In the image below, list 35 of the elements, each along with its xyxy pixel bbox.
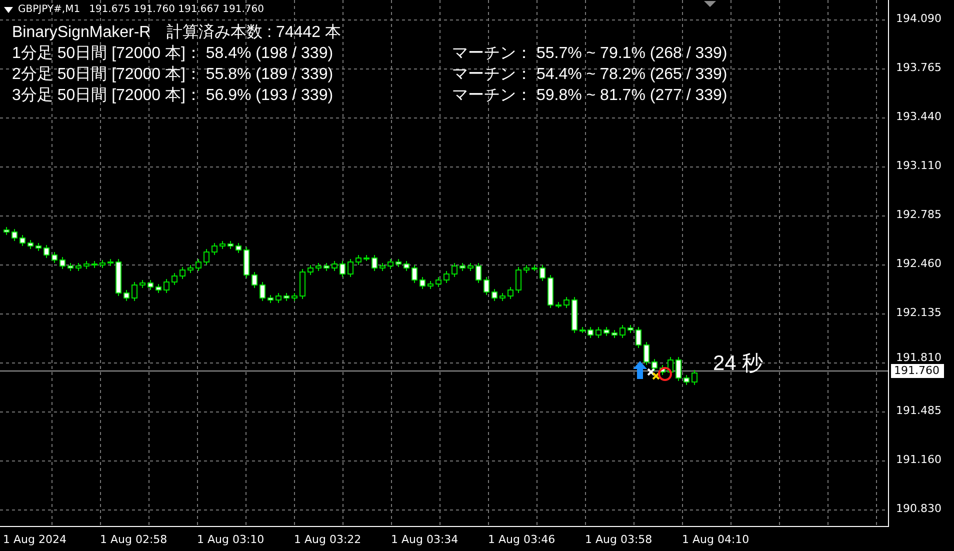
price-label: 193.765 xyxy=(896,61,942,75)
price-label: 193.440 xyxy=(896,110,942,124)
symbol-title: GBPJPY#,M1 xyxy=(18,4,80,16)
bar-count: 計算済み本数 : 74442 本 xyxy=(166,22,341,43)
win-rate-text: 3分足 50日間 [72000 本]： 56.9% (193 / 339) xyxy=(12,86,334,106)
win-rate-text: 1分足 50日間 [72000 本]： 58.4% (198 / 339) xyxy=(12,44,334,64)
time-label: 1 Aug 02:58 xyxy=(100,533,168,547)
countdown-text: 24 秒 xyxy=(713,351,764,377)
price-label: 192.785 xyxy=(896,208,942,222)
price-label: 192.460 xyxy=(896,257,942,271)
time-label: 1 Aug 03:10 xyxy=(197,533,264,547)
quote-text: 191.675 191.760 191.667 191.760 xyxy=(89,4,264,16)
price-label: 194.090 xyxy=(896,12,942,26)
time-label: 1 Aug 03:46 xyxy=(488,533,556,547)
current-price-tag: 191.760 xyxy=(891,364,944,378)
price-label: 192.135 xyxy=(896,306,942,320)
time-label: 1 Aug 03:58 xyxy=(585,533,652,547)
time-label: 1 Aug 2024 xyxy=(3,533,66,547)
indicator-name: BinarySignMaker-R xyxy=(12,23,151,43)
price-label: 191.485 xyxy=(896,404,942,418)
time-label: 1 Aug 03:22 xyxy=(294,533,362,547)
dropdown-icon[interactable] xyxy=(4,7,13,13)
martingale-text: マーチン： 59.8% ~ 81.7% (277 / 339) xyxy=(452,86,728,106)
price-label: 191.810 xyxy=(896,351,942,365)
time-label: 1 Aug 03:34 xyxy=(391,533,458,547)
time-label: 1 Aug 04:10 xyxy=(682,533,750,547)
martingale-text: マーチン： 55.7% ~ 79.1% (268 / 339) xyxy=(452,44,728,64)
martingale-text: マーチン： 54.4% ~ 78.2% (265 / 339) xyxy=(452,65,728,85)
up-arrow-icon xyxy=(633,361,647,379)
win-rate-text: 2分足 50日間 [72000 本]： 55.8% (189 / 339) xyxy=(12,64,334,85)
circle-icon xyxy=(658,367,672,381)
price-label: 190.830 xyxy=(896,502,942,516)
price-label: 191.160 xyxy=(896,453,942,467)
shift-marker-icon[interactable] xyxy=(704,1,716,7)
price-label: 193.110 xyxy=(896,159,942,173)
